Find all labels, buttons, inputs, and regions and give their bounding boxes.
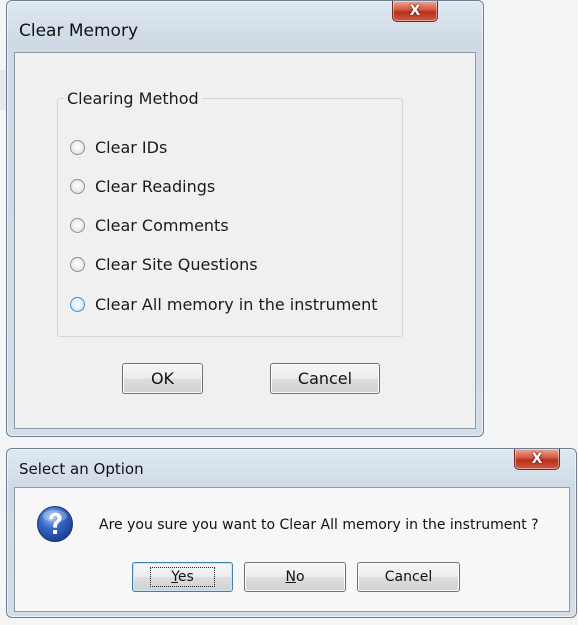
cancel-button[interactable]: Cancel (270, 363, 380, 394)
confirm-dialog: Select an Option X Are you sure you want… (6, 448, 577, 618)
option-clear-readings[interactable]: Clear Readings (70, 177, 215, 196)
close-button[interactable]: X (514, 449, 560, 470)
clearing-method-group: Clearing Method Clear IDs Clear Readings… (57, 89, 403, 337)
button-label: es (177, 569, 194, 585)
button-label: o (295, 569, 305, 585)
option-clear-comments[interactable]: Clear Comments (70, 216, 229, 235)
dialog-title: Select an Option (19, 460, 144, 478)
dialog-client-area: Clearing Method Clear IDs Clear Readings… (14, 52, 476, 429)
dialog-client-area: Are you sure you want to Clear All memor… (14, 487, 570, 612)
focus-rectangle: Yes (150, 567, 215, 587)
radio-button[interactable] (70, 140, 85, 155)
dialog-title: Clear Memory (19, 21, 138, 41)
mnemonic: Y (171, 569, 178, 585)
ok-button[interactable]: OK (122, 363, 203, 394)
confirm-message: Are you sure you want to Clear All memor… (99, 517, 539, 533)
cancel-button[interactable]: Cancel (357, 562, 460, 592)
option-clear-ids[interactable]: Clear IDs (70, 138, 167, 157)
yes-button[interactable]: Yes (132, 562, 233, 592)
question-icon (37, 506, 73, 542)
close-icon: X (531, 451, 543, 467)
option-label: Clear Comments (95, 216, 229, 235)
option-label: Clear IDs (95, 138, 168, 157)
close-button[interactable]: X (392, 1, 438, 22)
option-label: Clear Site Questions (95, 255, 258, 274)
radio-button[interactable] (70, 297, 85, 312)
option-label: Clear Readings (95, 177, 216, 196)
radio-button[interactable] (70, 257, 85, 272)
option-label: Clear All memory in the instrument (95, 295, 378, 314)
clear-memory-dialog: Clear Memory X Clearing Method Clear IDs… (6, 0, 484, 437)
option-clear-site-questions[interactable]: Clear Site Questions (70, 255, 258, 274)
mnemonic: N (285, 569, 296, 585)
radio-button[interactable] (70, 179, 85, 194)
close-icon: X (409, 3, 421, 19)
option-clear-all-memory[interactable]: Clear All memory in the instrument (70, 295, 378, 314)
radio-button[interactable] (70, 218, 85, 233)
no-button[interactable]: No (244, 562, 346, 592)
group-label: Clearing Method (67, 89, 199, 108)
